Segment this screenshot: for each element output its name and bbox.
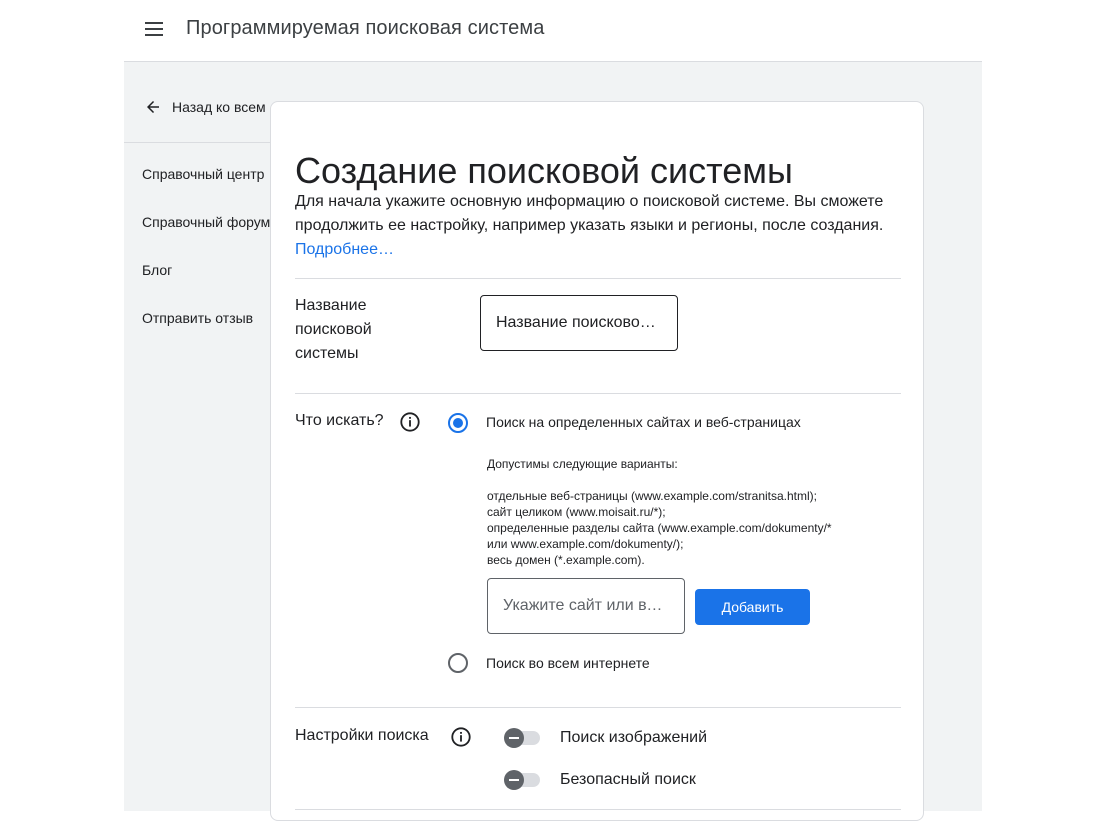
arrow-back-icon bbox=[147, 101, 159, 113]
add-site-button[interactable]: Добавить bbox=[695, 589, 810, 625]
search-settings-label: Настройки поиска bbox=[295, 727, 429, 744]
left-nav: Назад ко всем Справочный центр Справочны… bbox=[124, 62, 284, 810]
section-divider bbox=[295, 393, 901, 394]
toggle-thumb bbox=[504, 770, 524, 790]
engine-name-input[interactable]: Название поисковой системы bbox=[480, 295, 678, 351]
hint-line: сайт целиком (www.moisait.ru/*); bbox=[487, 505, 666, 519]
hint-line: определенные разделы сайта (www.example.… bbox=[487, 521, 832, 535]
radio-specific-sites[interactable] bbox=[448, 413, 468, 433]
sidebar-item-help-forum[interactable]: Справочный форум bbox=[142, 214, 270, 230]
section-divider bbox=[295, 707, 901, 708]
radio-entire-web-label: Поиск во всем интернете bbox=[486, 655, 650, 671]
hint-line: или www.example.com/dokumenty/); bbox=[487, 537, 684, 551]
image-search-label: Поиск изображений bbox=[560, 729, 708, 746]
app-title: Программируемая поисковая система bbox=[186, 17, 545, 39]
intro-text: Для начала укажите основную информацию о… bbox=[295, 190, 901, 262]
engine-name-label: Название поисковой системы bbox=[295, 297, 372, 362]
info-icon[interactable] bbox=[399, 411, 421, 433]
radio-entire-web[interactable] bbox=[448, 653, 468, 673]
hint-line: отдельные веб-страницы (www.example.com/… bbox=[487, 489, 817, 503]
top-app-bar: Программируемая поисковая система bbox=[0, 0, 1106, 61]
hint-line: весь домен (*.example.com). bbox=[487, 553, 645, 567]
section-divider bbox=[295, 809, 901, 810]
toggle-thumb bbox=[504, 728, 524, 748]
sidebar-item-blog[interactable]: Блог bbox=[142, 262, 172, 278]
sidebar-item-help-center[interactable]: Справочный центр bbox=[142, 166, 264, 182]
intro-body: Для начала укажите основную информацию о… bbox=[295, 193, 884, 234]
site-url-input[interactable]: Укажите сайт или веб-страницу bbox=[487, 578, 685, 634]
nav-divider bbox=[124, 142, 284, 143]
back-link-label: Назад ко всем bbox=[172, 99, 266, 115]
image-search-toggle[interactable] bbox=[504, 728, 540, 748]
learn-more-link[interactable]: Подробнее… bbox=[295, 241, 394, 258]
sidebar-item-feedback[interactable]: Отправить отзыв bbox=[142, 310, 253, 326]
hint-title: Допустимы следующие варианты: bbox=[487, 457, 678, 471]
create-engine-card: Создание поисковой системы Для начала ук… bbox=[270, 101, 924, 821]
menu-icon[interactable] bbox=[145, 22, 163, 36]
what-to-search-label: Что искать? bbox=[295, 412, 384, 429]
safe-search-label: Безопасный поиск bbox=[560, 771, 696, 788]
section-divider bbox=[295, 278, 901, 279]
info-icon[interactable] bbox=[450, 726, 472, 748]
safe-search-toggle[interactable] bbox=[504, 770, 540, 790]
back-link[interactable]: Назад ко всем bbox=[144, 98, 266, 116]
radio-specific-sites-label: Поиск на определенных сайтах и веб-стран… bbox=[486, 414, 801, 430]
page-title: Создание поисковой системы bbox=[295, 150, 793, 192]
